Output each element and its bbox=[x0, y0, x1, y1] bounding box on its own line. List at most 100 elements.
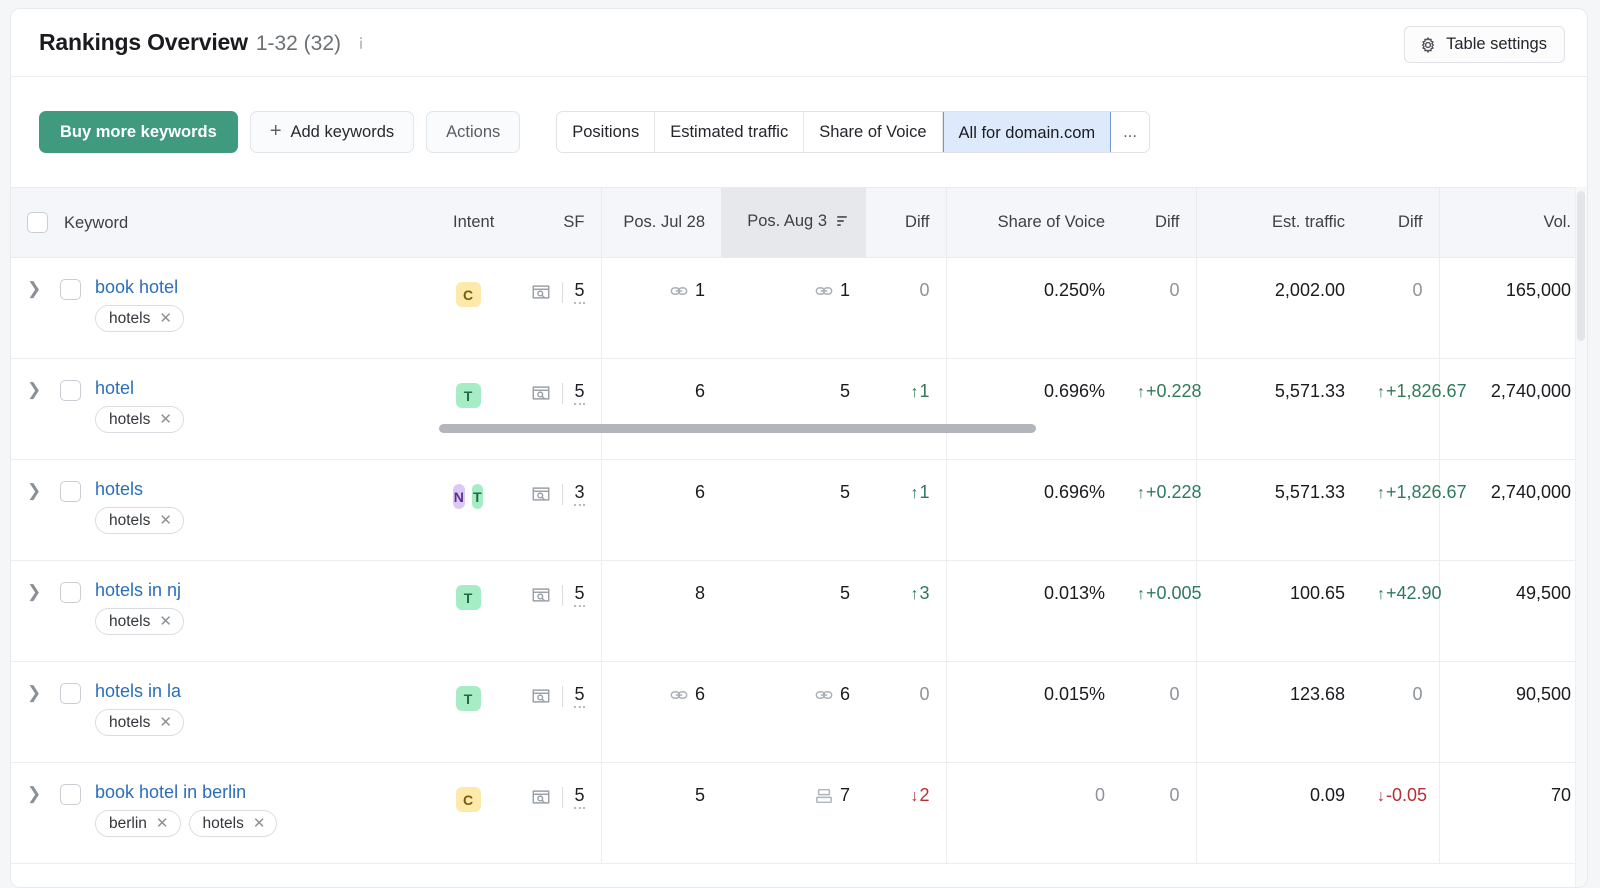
table-row[interactable]: ❯ hotel hotels ✕ T 5 6 5 ↑1 0.696% ↑+0.228 5,571.33… bbox=[11, 358, 1587, 460]
horizontal-scrollbar[interactable] bbox=[439, 424, 1036, 433]
diff-wrap: ↑+1,826.67 bbox=[1377, 482, 1467, 502]
cell-pos-jul28: 5 bbox=[600, 762, 721, 864]
serp-features-icon[interactable] bbox=[531, 484, 551, 504]
keyword-link[interactable]: hotels in la bbox=[95, 681, 184, 701]
row-checkbox[interactable] bbox=[60, 784, 81, 805]
row-checkbox[interactable] bbox=[60, 683, 81, 704]
sf-count[interactable]: 3 bbox=[574, 482, 585, 506]
keyword-tag[interactable]: hotels ✕ bbox=[188, 810, 278, 837]
table-row[interactable]: ❯ book hotel hotels ✕ C 5 1 1 0 0.250% 0 2,002.00 0 1… bbox=[11, 257, 1587, 359]
column-header-keyword[interactable]: Keyword bbox=[11, 187, 437, 258]
intent-badge-t[interactable]: T bbox=[455, 686, 481, 711]
table-row[interactable]: ❯ book hotel in berlin berlin ✕ hotels ✕ C 5 5 7 ↓… bbox=[11, 762, 1587, 864]
column-header-vol[interactable]: Vol. bbox=[1438, 187, 1587, 258]
serp-features-icon[interactable] bbox=[531, 686, 551, 706]
cell-traffic-diff: ↓-0.05 bbox=[1361, 762, 1439, 864]
serp-features-icon[interactable] bbox=[531, 787, 551, 807]
table-row[interactable]: ❯ hotels in la hotels ✕ T 5 6 6 0 0.015% 0 123.68 0 9… bbox=[11, 661, 1587, 763]
table-settings-button[interactable]: Table settings bbox=[1404, 26, 1565, 63]
buy-more-keywords-button[interactable]: Buy more keywords bbox=[39, 111, 238, 153]
serp-features-icon[interactable] bbox=[531, 585, 551, 605]
segment-[interactable]: ... bbox=[1111, 112, 1149, 152]
keyword-tag[interactable]: hotels ✕ bbox=[95, 507, 184, 534]
keyword-link[interactable]: hotel bbox=[95, 378, 184, 398]
sf-cell: 5 bbox=[515, 763, 585, 809]
remove-tag-icon[interactable]: ✕ bbox=[159, 412, 172, 427]
keyword-link[interactable]: book hotel bbox=[95, 277, 184, 297]
keyword-link[interactable]: hotels bbox=[95, 479, 184, 499]
column-header-traffic[interactable]: Est. traffic bbox=[1195, 187, 1361, 258]
keyword-tag[interactable]: hotels ✕ bbox=[95, 406, 184, 433]
sf-count[interactable]: 5 bbox=[574, 280, 585, 304]
cell-sf: 5 bbox=[499, 257, 601, 359]
intent-badge-c[interactable]: C bbox=[455, 787, 481, 812]
column-header-intent[interactable]: Intent bbox=[437, 187, 499, 258]
link-icon bbox=[815, 686, 833, 704]
intent-badge-t[interactable]: T bbox=[455, 585, 481, 610]
sf-count[interactable]: 5 bbox=[574, 684, 585, 708]
segment-positions[interactable]: Positions bbox=[557, 112, 656, 152]
keyword-link[interactable]: book hotel in berlin bbox=[95, 782, 277, 802]
serp-features-icon[interactable] bbox=[531, 282, 551, 302]
column-header-pos-diff[interactable]: Diff bbox=[866, 187, 946, 258]
row-checkbox[interactable] bbox=[60, 481, 81, 502]
keyword-tags: berlin ✕ hotels ✕ bbox=[95, 810, 278, 837]
segment-all-for-domain-com[interactable]: All for domain.com bbox=[942, 112, 1112, 152]
expand-row-chevron-icon[interactable]: ❯ bbox=[27, 277, 49, 299]
intent-badges: C bbox=[453, 763, 483, 812]
sf-count[interactable]: 5 bbox=[574, 583, 585, 607]
intent-badge-n[interactable]: N bbox=[453, 484, 465, 509]
column-header-sov[interactable]: Share of Voice bbox=[945, 187, 1121, 258]
remove-tag-icon[interactable]: ✕ bbox=[253, 816, 266, 831]
select-all-checkbox[interactable] bbox=[27, 212, 48, 233]
cell-sov-diff: ↑+0.005 bbox=[1121, 560, 1202, 662]
keyword-tag[interactable]: berlin ✕ bbox=[95, 810, 181, 837]
toolbar: Buy more keywords + Add keywords Actions… bbox=[11, 77, 1587, 187]
add-keywords-button[interactable]: + Add keywords bbox=[249, 111, 415, 153]
sf-count[interactable]: 5 bbox=[574, 785, 585, 809]
column-header-traf-diff[interactable]: Diff bbox=[1361, 187, 1439, 258]
expand-row-chevron-icon[interactable]: ❯ bbox=[27, 580, 49, 602]
remove-tag-icon[interactable]: ✕ bbox=[159, 513, 172, 528]
keyword-tag-label: hotels bbox=[109, 309, 151, 327]
keyword-link[interactable]: hotels in nj bbox=[95, 580, 184, 600]
row-checkbox[interactable] bbox=[60, 582, 81, 603]
row-checkbox[interactable] bbox=[60, 279, 81, 300]
cell-share-of-voice: 0.015% bbox=[945, 661, 1121, 763]
segment-estimated-traffic[interactable]: Estimated traffic bbox=[655, 112, 805, 152]
remove-tag-icon[interactable]: ✕ bbox=[159, 715, 172, 730]
keyword-tag[interactable]: hotels ✕ bbox=[95, 709, 184, 736]
column-header-sov-diff[interactable]: Diff bbox=[1121, 187, 1196, 258]
intent-badge-c[interactable]: C bbox=[455, 282, 481, 307]
sort-descending-icon[interactable] bbox=[834, 213, 850, 234]
expand-row-chevron-icon[interactable]: ❯ bbox=[27, 681, 49, 703]
column-header-pos-aug3[interactable]: Pos. Aug 3 bbox=[721, 187, 866, 258]
column-header-label: SF bbox=[563, 213, 585, 231]
remove-tag-icon[interactable]: ✕ bbox=[159, 614, 172, 629]
expand-row-chevron-icon[interactable]: ❯ bbox=[27, 378, 49, 400]
segment-share-of-voice[interactable]: Share of Voice bbox=[804, 112, 943, 152]
expand-row-chevron-icon[interactable]: ❯ bbox=[27, 782, 49, 804]
expand-row-chevron-icon[interactable]: ❯ bbox=[27, 479, 49, 501]
sf-count[interactable]: 5 bbox=[574, 381, 585, 405]
diff-value: +1,826.67 bbox=[1386, 482, 1467, 502]
intent-badge-t[interactable]: T bbox=[471, 484, 483, 509]
table-row[interactable]: ❯ hotels in nj hotels ✕ T 5 8 5 ↑3 0.013% ↑+0.005 1… bbox=[11, 560, 1587, 662]
serp-features-icon[interactable] bbox=[531, 383, 551, 403]
keyword-tag[interactable]: hotels ✕ bbox=[95, 305, 184, 332]
intent-badge-t[interactable]: T bbox=[455, 383, 481, 408]
row-checkbox[interactable] bbox=[60, 380, 81, 401]
keyword-cell-inner: ❯ book hotel hotels ✕ bbox=[27, 258, 421, 332]
table-row[interactable]: ❯ hotels hotels ✕ N T 3 6 5 ↑1 0.696% ↑+0.228 5,571.… bbox=[11, 459, 1587, 561]
keyword-tag[interactable]: hotels ✕ bbox=[95, 608, 184, 635]
divider bbox=[562, 281, 564, 303]
remove-tag-icon[interactable]: ✕ bbox=[159, 311, 172, 326]
diff-value: 0 bbox=[1169, 684, 1180, 704]
vertical-scrollbar-thumb[interactable] bbox=[1577, 191, 1585, 341]
column-header-sf[interactable]: SF bbox=[499, 187, 601, 258]
remove-tag-icon[interactable]: ✕ bbox=[156, 816, 169, 831]
position-value-wrap: 6 bbox=[815, 684, 850, 705]
actions-button[interactable]: Actions bbox=[426, 111, 521, 153]
info-icon[interactable] bbox=[353, 35, 369, 51]
column-header-pos-jul28[interactable]: Pos. Jul 28 bbox=[600, 187, 721, 258]
